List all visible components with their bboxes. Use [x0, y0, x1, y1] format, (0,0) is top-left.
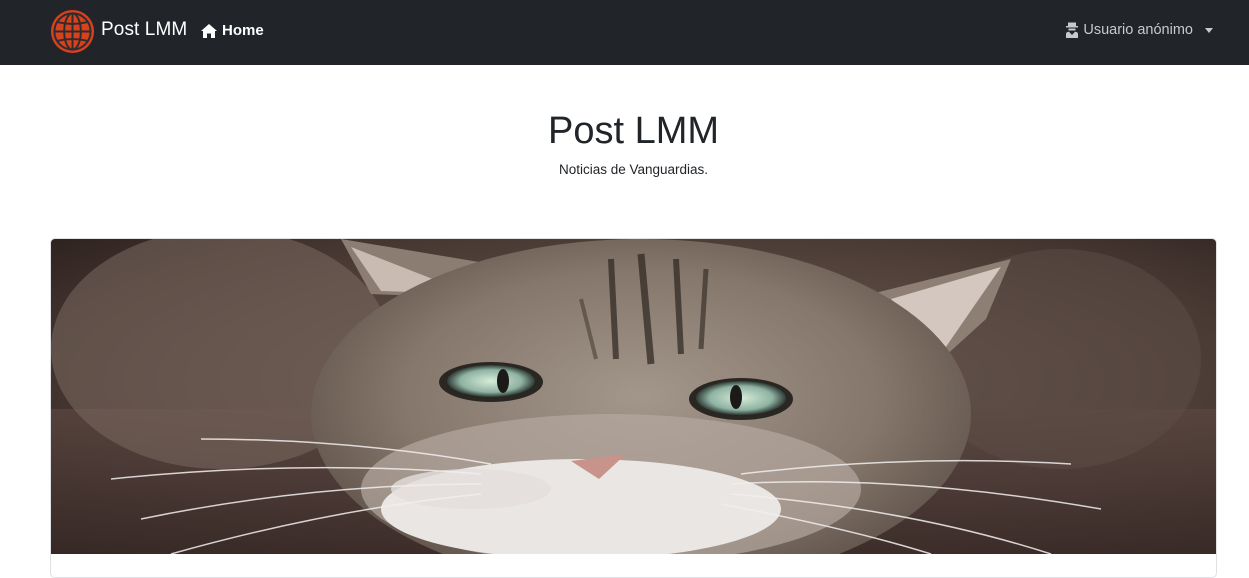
cat-photo-image[interactable] [51, 239, 1216, 554]
home-icon [201, 23, 217, 38]
nav-home-link[interactable]: Home [200, 22, 264, 39]
caret-down-icon [1205, 28, 1213, 33]
user-secret-icon [1066, 22, 1079, 38]
globe-icon[interactable] [50, 9, 95, 54]
user-dropdown-toggle[interactable]: Usuario anónimo [1065, 22, 1213, 38]
page-title: Post LMM [547, 110, 720, 152]
post-card[interactable] [50, 238, 1217, 578]
top-navbar: Post LMM Home Usuario anónimo [0, 0, 1249, 65]
user-label: Usuario anónimo [1083, 22, 1193, 38]
nav-home-label: Home [222, 22, 264, 39]
page-subtitle: Noticias de Vanguardias. [558, 162, 709, 177]
brand-name[interactable]: Post LMM [101, 19, 187, 41]
